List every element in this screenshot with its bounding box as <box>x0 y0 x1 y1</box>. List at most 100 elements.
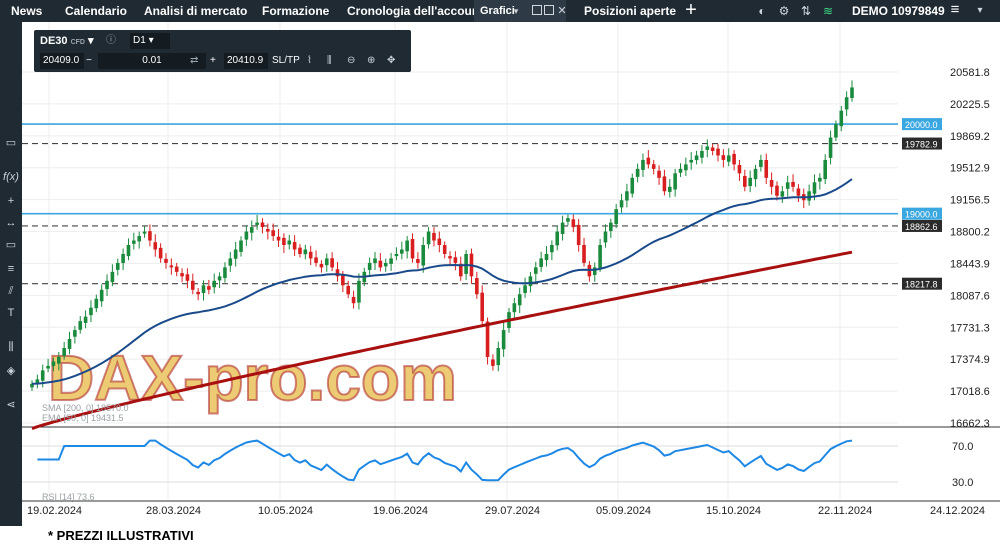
detach-icon[interactable] <box>532 5 542 15</box>
share-icon[interactable]: ⋖ <box>0 396 22 414</box>
candle-body <box>625 191 629 201</box>
nav-analisi-di-mercato[interactable]: Analisi di mercato <box>144 0 247 22</box>
candle-body <box>78 321 83 330</box>
tab-grafici[interactable]: Grafici ▾ ✕ <box>474 0 567 22</box>
candle-body <box>694 155 699 161</box>
candle-body <box>400 249 404 254</box>
candle-body <box>555 231 560 246</box>
candle-body <box>818 177 822 182</box>
nav-posizioni-aperte[interactable]: Posizioni aperte <box>584 0 676 22</box>
bid-price[interactable]: 20409.0 <box>40 53 84 69</box>
indicators-icon[interactable]: ⫼ <box>327 53 332 69</box>
candle-body <box>576 224 581 245</box>
candle-body <box>271 230 275 237</box>
nav-formazione[interactable]: Formazione <box>262 0 329 22</box>
candle-body <box>121 253 125 263</box>
menu-icon[interactable]: ≡ <box>944 0 966 22</box>
fibonacci-icon[interactable]: ≡ <box>0 260 22 278</box>
chevron-down-icon[interactable]: ▾ <box>508 3 524 19</box>
window-icon[interactable]: ▭ <box>0 134 22 152</box>
candle-body <box>716 148 720 156</box>
info-icon[interactable]: ⓘ <box>106 33 116 49</box>
sound-icon[interactable]: ⚙ <box>776 3 792 19</box>
layers-icon[interactable]: ◈ <box>0 362 22 380</box>
candle-body <box>657 170 661 178</box>
sltp-button[interactable]: SL/TP <box>272 53 300 69</box>
candle-body <box>630 177 635 194</box>
nav-calendario[interactable]: Calendario <box>65 0 127 22</box>
candle-body <box>464 253 468 274</box>
candle-body <box>566 218 570 222</box>
rsi-tick-label: 70.0 <box>952 441 973 453</box>
timeframe-selector[interactable]: D1 ▾ <box>130 33 170 49</box>
price-tick-label: 17731.3 <box>950 322 990 334</box>
zoom-in-icon[interactable]: ⊕ <box>367 53 375 69</box>
price-tick-label: 16662.3 <box>950 418 990 430</box>
nav-cronologia-account[interactable]: Cronologia dell'account <box>347 0 483 22</box>
symbol-selector[interactable]: DE30 CFD ▾ <box>40 33 94 49</box>
candle-body <box>324 258 329 266</box>
candle-body <box>266 229 270 232</box>
candle-body <box>689 159 694 163</box>
chart-toolbar: DE30 CFD ▾ ⓘ D1 ▾ 20409.0 − 0.01 ⇄ + 204… <box>34 30 411 72</box>
text-tool-icon[interactable]: T <box>0 304 22 322</box>
candle-body <box>726 155 731 162</box>
candle-body <box>56 356 61 364</box>
swap-icon[interactable]: ⇄ <box>190 53 198 69</box>
connection-icon[interactable]: ⇅ <box>798 3 814 19</box>
chevron-down-icon[interactable]: ▾ <box>972 3 988 19</box>
candle-body <box>667 186 672 192</box>
candle-type-icon[interactable]: ⫼ <box>0 338 22 356</box>
candle-body <box>239 240 243 252</box>
candle-body <box>196 291 200 295</box>
price-tick-label: 20225.5 <box>950 99 990 111</box>
rsi-tick-label: 30.0 <box>952 477 973 489</box>
candle-body <box>164 258 168 263</box>
candle-body <box>330 258 334 268</box>
crosshair-icon[interactable]: + <box>0 192 22 210</box>
function-icon[interactable]: f(x) <box>0 168 22 186</box>
candle-body <box>308 251 313 259</box>
candle-body <box>592 267 597 275</box>
candle-body <box>303 249 308 255</box>
candle-body <box>40 370 45 381</box>
candle-body <box>769 179 774 187</box>
candle-body <box>341 274 345 286</box>
candle-body <box>544 253 549 261</box>
price-tick-label: 19512.9 <box>950 163 990 175</box>
chart-type-icon[interactable]: ⌇ <box>307 53 312 69</box>
candle-body <box>158 247 163 259</box>
candle-body <box>201 285 206 293</box>
candle-body <box>732 153 736 165</box>
rectangle-tool-icon[interactable]: ▭ <box>0 236 22 254</box>
candle-body <box>721 155 726 160</box>
candle-body <box>743 175 747 187</box>
close-icon[interactable]: ✕ <box>554 3 570 19</box>
price-tick-label: 18800.2 <box>950 227 990 239</box>
candle-body <box>533 267 538 274</box>
candle-body <box>523 285 527 293</box>
candle-body <box>517 294 522 306</box>
line-tool-icon[interactable]: ↔ <box>0 214 22 232</box>
pan-icon[interactable]: ✥ <box>387 53 395 69</box>
candle-body <box>276 236 281 241</box>
price-chart[interactable]: DAX-pro.com 20000.019782.919000.018862.6… <box>22 22 1000 526</box>
volume-increase-button[interactable]: + <box>210 53 220 69</box>
add-tab-button[interactable]: + <box>678 0 704 22</box>
candle-body <box>635 168 640 177</box>
zoom-out-icon[interactable]: ⊖ <box>347 53 355 69</box>
time-tick-label: 22.11.2024 <box>818 505 872 517</box>
candle-body <box>748 177 752 187</box>
nav-news[interactable]: News <box>11 0 42 22</box>
ask-price[interactable]: 20410.9 <box>224 53 268 69</box>
candle-body <box>105 280 109 290</box>
volume-decrease-button[interactable]: − <box>86 53 96 69</box>
time-tick-label: 24.12.2024 <box>930 505 985 517</box>
candle-body <box>260 222 265 228</box>
pitchfork-icon[interactable]: ⫽ <box>0 282 22 300</box>
contrast-icon[interactable]: ◐ <box>754 3 770 19</box>
ema-legend: EMA [50, 0] 19431.5 <box>42 413 124 423</box>
candle-body <box>448 256 452 259</box>
candle-body <box>389 258 393 264</box>
maximize-icon[interactable] <box>544 5 554 15</box>
